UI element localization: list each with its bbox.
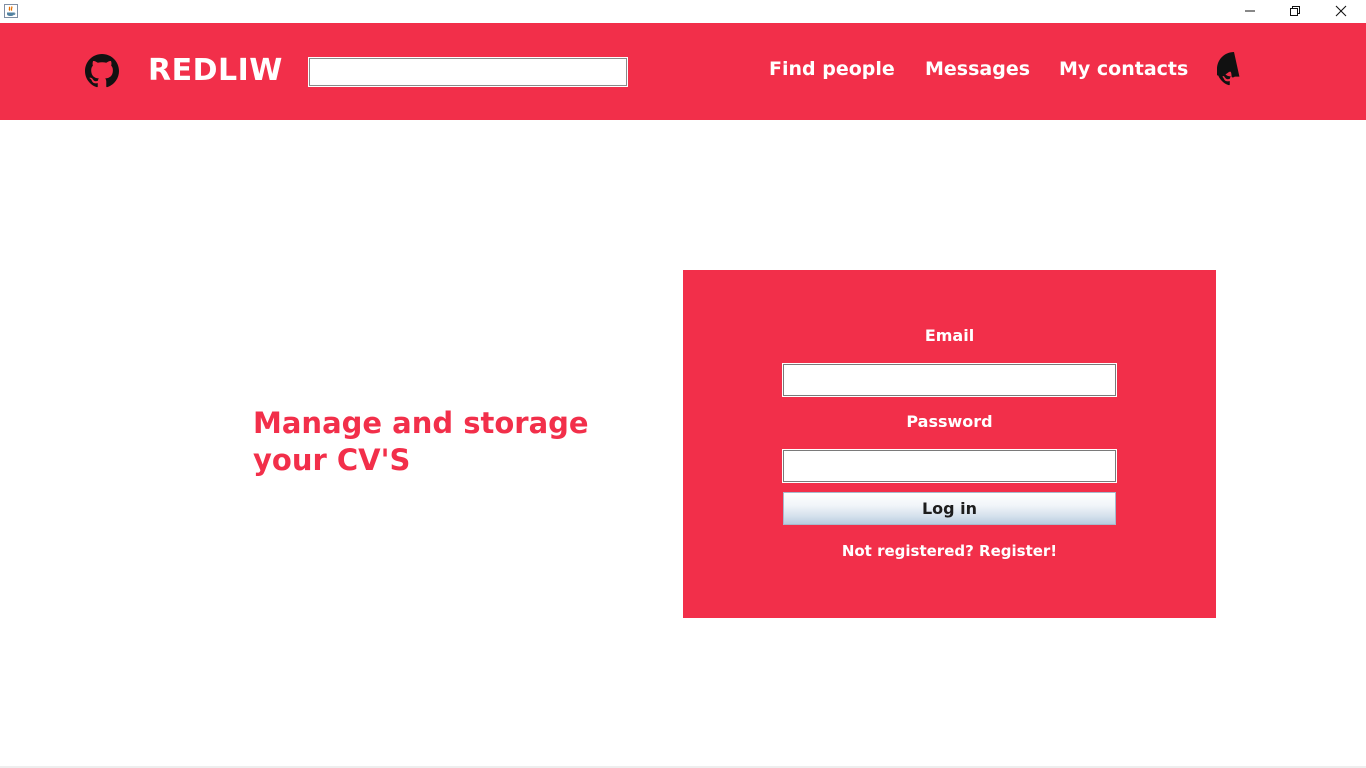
tagline-line-2: your CV'S — [253, 443, 411, 477]
nav-messages[interactable]: Messages — [925, 55, 1030, 83]
email-label: Email — [924, 326, 975, 345]
nav-find-people[interactable]: Find people — [769, 55, 895, 83]
close-icon — [1335, 5, 1347, 17]
close-button[interactable] — [1318, 0, 1364, 22]
nav-my-contacts[interactable]: My contacts — [1059, 55, 1188, 83]
login-button[interactable]: Log in — [783, 492, 1116, 525]
window-titlebar — [0, 0, 1366, 23]
hero-tagline: Manage and storage your CV'S — [253, 405, 633, 479]
brand-logo-text: REDLIW — [148, 53, 283, 88]
minimize-button[interactable] — [1227, 0, 1273, 22]
register-link[interactable]: Not registered? Register! — [683, 540, 1216, 562]
minimize-icon — [1245, 10, 1255, 12]
top-navigation-bar: REDLIW Find people Messages My contacts — [0, 23, 1366, 120]
java-icon — [3, 3, 19, 19]
email-field[interactable] — [782, 363, 1117, 397]
login-panel: Email Password Log in Not registered? Re… — [683, 270, 1216, 618]
password-label: Password — [906, 412, 993, 431]
restore-button[interactable] — [1272, 0, 1318, 22]
github-icon[interactable] — [85, 54, 119, 88]
tagline-line-1: Manage and storage — [253, 406, 589, 440]
search-input[interactable] — [308, 57, 628, 87]
github-icon[interactable] — [1214, 52, 1251, 86]
restore-icon — [1290, 6, 1300, 16]
password-field[interactable] — [782, 449, 1117, 483]
